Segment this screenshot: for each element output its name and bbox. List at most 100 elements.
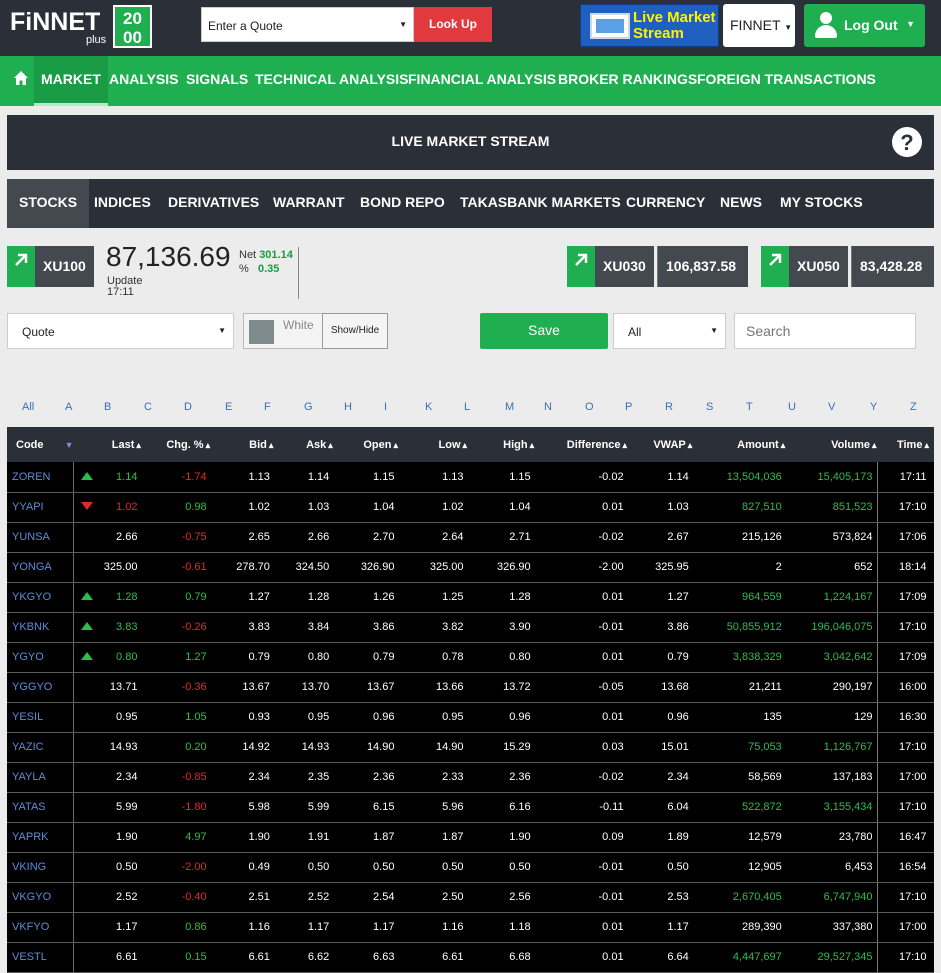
live-market-stream-button[interactable]: Live Market Stream	[580, 4, 719, 47]
table-row[interactable]: YUNSA 2.66 -0.75 2.65 2.66 2.70 2.64 2.71 -0.02 2…	[7, 522, 934, 553]
table-row[interactable]: YYAPI 1.02 0.98 1.02 1.03 1.04 1.02 1.04 0.01 1.0…	[7, 492, 934, 523]
stock-code[interactable]: YAYLA	[7, 762, 75, 793]
col-bid[interactable]: Bid ▴	[210, 427, 275, 462]
nav-financial-analysis[interactable]: FINANCIAL ANALYSIS	[408, 56, 556, 106]
alpha-filter-z[interactable]: Z	[910, 401, 917, 413]
alpha-filter-m[interactable]: M	[505, 401, 514, 413]
col-high[interactable]: High ▴	[467, 427, 536, 462]
search-input[interactable]	[734, 313, 916, 349]
table-row[interactable]: YAZIC 14.93 0.20 14.92 14.93 14.90 14.90 15.29 0…	[7, 732, 934, 763]
alpha-filter-b[interactable]: B	[104, 401, 111, 413]
alpha-filter-n[interactable]: N	[544, 401, 552, 413]
help-icon[interactable]: ?	[892, 127, 922, 157]
stock-code[interactable]: YESIL	[7, 702, 75, 733]
tab-derivatives[interactable]: DERIVATIVES	[168, 179, 259, 228]
col-vwap[interactable]: VWAP ▴	[627, 427, 694, 462]
alpha-filter-g[interactable]: G	[304, 401, 313, 413]
tab-my-stocks[interactable]: MY STOCKS	[780, 179, 863, 228]
table-row[interactable]: YATAS 5.99 -1.80 5.98 5.99 6.15 5.96 6.16 -0.11 6…	[7, 792, 934, 823]
stock-code[interactable]: ZOREN	[7, 462, 75, 493]
tab-takasbank-markets[interactable]: TAKASBANK MARKETS	[460, 179, 621, 228]
col-code[interactable]: Code ▼	[7, 427, 75, 462]
alpha-filter-t[interactable]: T	[746, 401, 753, 413]
stock-code[interactable]: YATAS	[7, 792, 75, 823]
home-icon[interactable]	[13, 70, 29, 86]
table-row[interactable]: ZOREN 1.14 -1.74 1.13 1.14 1.15 1.13 1.15 -0.02 1…	[7, 462, 934, 493]
stock-code[interactable]: VESTL	[7, 942, 75, 973]
quote-input[interactable]: Enter a Quote ▼	[201, 7, 414, 42]
table-row[interactable]: VKFYO 1.17 0.86 1.16 1.17 1.17 1.16 1.18 0.01 1.1…	[7, 912, 934, 943]
stock-code[interactable]: VKFYO	[7, 912, 75, 943]
col-low[interactable]: Low ▴	[398, 427, 469, 462]
index-card-xu030[interactable]: XU030 106,837.58	[567, 246, 748, 287]
table-row[interactable]: VKGYO 2.52 -0.40 2.51 2.52 2.54 2.50 2.56 -0.01 2…	[7, 882, 934, 913]
col-open[interactable]: Open ▴	[333, 427, 399, 462]
alpha-filter-k[interactable]: K	[425, 401, 432, 413]
col-chg[interactable]: Chg. % ▴	[141, 427, 212, 462]
alpha-filter-d[interactable]: D	[184, 401, 192, 413]
table-row[interactable]: YGYO 0.80 1.27 0.79 0.80 0.79 0.78 0.80 0.01 0.79…	[7, 642, 934, 673]
alpha-filter-v[interactable]: V	[828, 401, 835, 413]
alpha-filter-o[interactable]: O	[585, 401, 594, 413]
index-card-xu050[interactable]: XU050 83,428.28	[761, 246, 934, 287]
save-button[interactable]: Save	[480, 313, 608, 349]
alpha-filter-c[interactable]: C	[144, 401, 152, 413]
tab-stocks[interactable]: STOCKS	[7, 179, 90, 228]
alpha-filter-i[interactable]: I	[384, 401, 387, 413]
nav-foreign-transactions[interactable]: FOREIGN TRANSACTIONS	[697, 56, 876, 106]
finnet-logo[interactable]: FiNNET plus 20 00	[8, 4, 152, 48]
table-row[interactable]: YKBNK 3.83 -0.26 3.83 3.84 3.86 3.82 3.90 -0.01 3…	[7, 612, 934, 643]
table-row[interactable]: YAPRK 1.90 4.97 1.90 1.91 1.87 1.87 1.90 0.09 1.8…	[7, 822, 934, 853]
table-row[interactable]: VESTL 6.61 0.15 6.61 6.62 6.63 6.61 6.68 0.01 6.6…	[7, 942, 934, 973]
stock-code[interactable]: YAPRK	[7, 822, 75, 853]
stock-code[interactable]: VKGYO	[7, 882, 75, 913]
stock-code[interactable]: YAZIC	[7, 732, 75, 763]
lookup-button[interactable]: Look Up	[414, 7, 492, 42]
col-difference[interactable]: Difference ▴	[534, 427, 629, 462]
col-last[interactable]: Last ▴	[99, 427, 142, 462]
alpha-filter-h[interactable]: H	[344, 401, 352, 413]
tab-warrant[interactable]: WARRANT	[273, 179, 345, 228]
col-amount[interactable]: Amount ▴	[692, 427, 787, 462]
tab-indices[interactable]: INDICES	[94, 179, 151, 228]
alpha-filter-p[interactable]: P	[625, 401, 632, 413]
filter-select[interactable]: All ▼	[613, 313, 726, 349]
table-row[interactable]: YONGA 325.00 -0.61 278.70 324.50 326.90 325.00…	[7, 552, 934, 583]
show-hide-button[interactable]: Show/Hide	[322, 313, 388, 349]
stock-code[interactable]: YGGYO	[7, 672, 75, 703]
col-ask[interactable]: Ask ▴	[273, 427, 334, 462]
alpha-filter-u[interactable]: U	[788, 401, 796, 413]
alpha-filter-s[interactable]: S	[706, 401, 713, 413]
alpha-filter-e[interactable]: E	[225, 401, 232, 413]
table-row[interactable]: YAYLA 2.34 -0.85 2.34 2.35 2.36 2.33 2.36 -0.02 2…	[7, 762, 934, 793]
alpha-filter-y[interactable]: Y	[870, 401, 877, 413]
logout-button[interactable]: Log Out ▼	[804, 4, 925, 47]
index-card-xu100[interactable]: XU100	[7, 246, 97, 287]
view-select[interactable]: Quote ▼	[7, 313, 234, 349]
stock-code[interactable]: YKGYO	[7, 582, 75, 613]
stock-code[interactable]: YGYO	[7, 642, 75, 673]
nav-technical-analysis[interactable]: TECHNICAL ANALYSIS	[255, 56, 409, 106]
nav-analysis[interactable]: ANALYSIS	[109, 56, 179, 106]
stock-code[interactable]: YUNSA	[7, 522, 75, 553]
tab-currency[interactable]: CURRENCY	[626, 179, 705, 228]
stock-code[interactable]: YKBNK	[7, 612, 75, 643]
table-row[interactable]: YKGYO 1.28 0.79 1.27 1.28 1.26 1.25 1.28 0.01 1.2…	[7, 582, 934, 613]
stock-code[interactable]: VKING	[7, 852, 75, 883]
alpha-filter-f[interactable]: F	[264, 401, 271, 413]
nav-market[interactable]: MARKET	[34, 56, 108, 106]
stock-code[interactable]: YONGA	[7, 552, 75, 583]
finnet-dropdown[interactable]: FINNET ▼	[723, 4, 795, 47]
tab-news[interactable]: NEWS	[720, 179, 762, 228]
col-time[interactable]: Time ▴	[876, 427, 935, 462]
alpha-filter-all[interactable]: All	[22, 401, 34, 413]
stock-code[interactable]: YYAPI	[7, 492, 75, 523]
nav-broker-rankings[interactable]: BROKER RANKINGS	[558, 56, 697, 106]
table-row[interactable]: YESIL 0.95 1.05 0.93 0.95 0.96 0.95 0.96 0.01 0.9…	[7, 702, 934, 733]
table-row[interactable]: YGGYO 13.71 -0.36 13.67 13.70 13.67 13.66 13.72…	[7, 672, 934, 703]
color-picker[interactable]: White	[243, 313, 323, 349]
col-volume[interactable]: Volume ▴	[785, 427, 878, 462]
table-row[interactable]: VKING 0.50 -2.00 0.49 0.50 0.50 0.50 0.50 -0.01 0…	[7, 852, 934, 883]
nav-signals[interactable]: SIGNALS	[186, 56, 248, 106]
alpha-filter-l[interactable]: L	[464, 401, 470, 413]
